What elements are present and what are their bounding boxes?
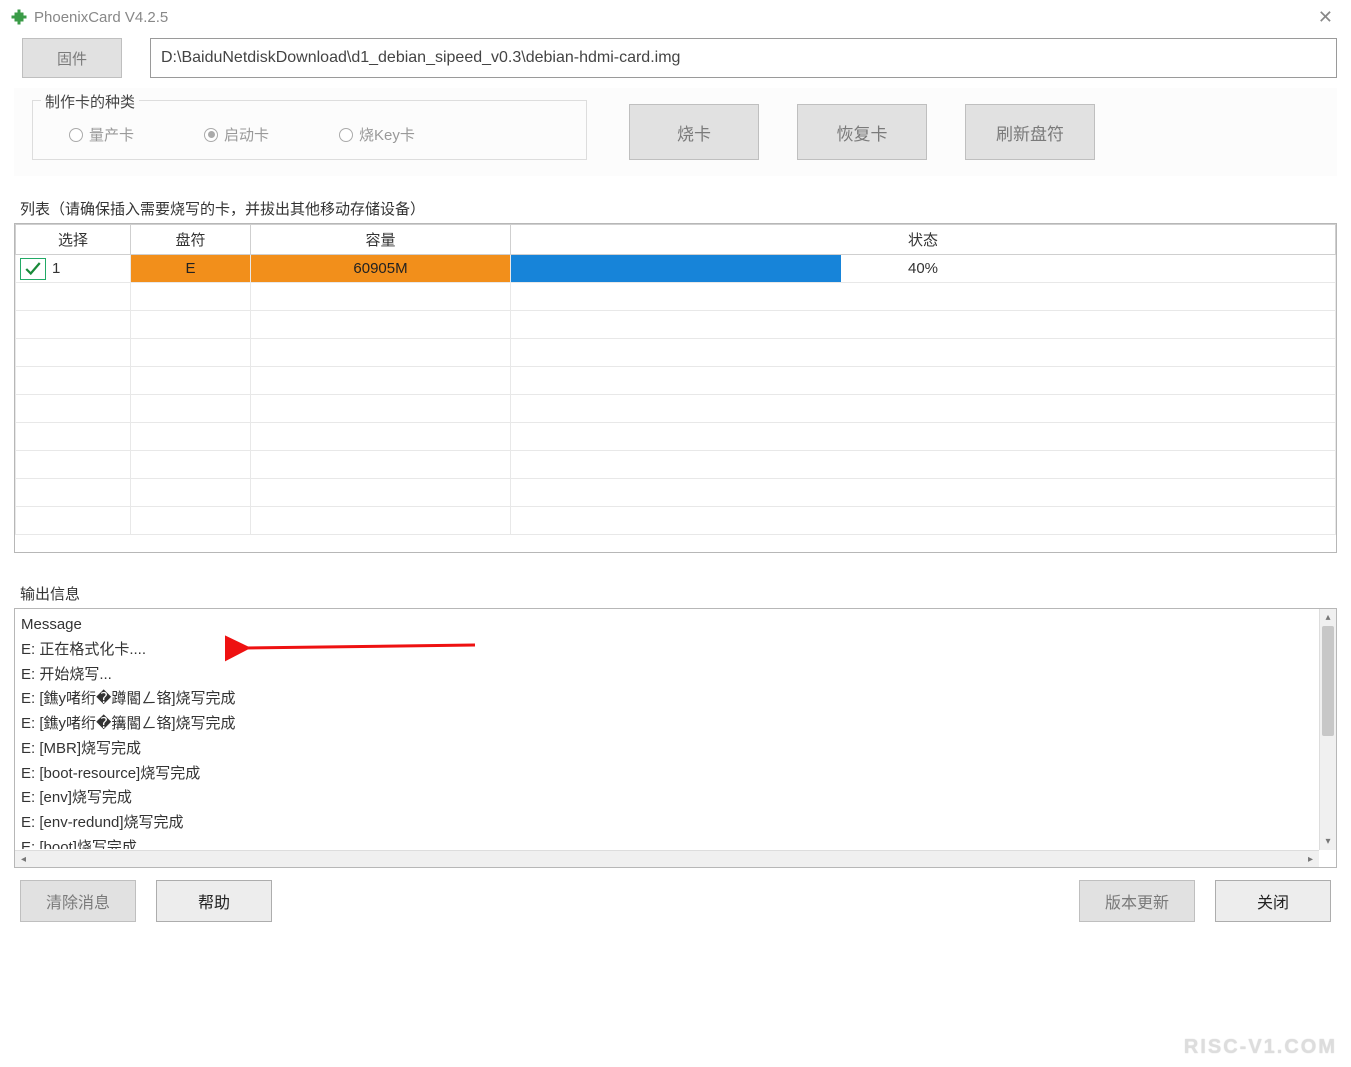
- card-type-legend: 制作卡的种类: [41, 91, 139, 112]
- options-area: 制作卡的种类 量产卡 启动卡 烧Key卡: [14, 88, 1337, 176]
- firmware-row: 固件: [14, 38, 1337, 78]
- table-row-empty: [16, 451, 1336, 479]
- scroll-right-icon[interactable]: ▸: [1302, 851, 1319, 868]
- message-line: E: [env-redund]烧写完成: [21, 811, 1330, 836]
- message-line: E: [env]烧写完成: [21, 786, 1330, 811]
- scroll-up-icon[interactable]: ▴: [1320, 609, 1337, 626]
- radio-key-card[interactable]: 烧Key卡: [339, 124, 415, 145]
- scrollbar-horizontal[interactable]: ◂ ▸: [15, 850, 1319, 867]
- radio-icon: [69, 128, 83, 142]
- close-button[interactable]: 关闭: [1215, 880, 1331, 922]
- clear-messages-button[interactable]: 清除消息: [20, 880, 136, 922]
- table-row[interactable]: 1 E60905M40%: [16, 255, 1336, 283]
- table-row-empty: [16, 283, 1336, 311]
- app-icon: [10, 8, 28, 26]
- radio-mass-card[interactable]: 量产卡: [69, 124, 134, 145]
- message-line: E: [鐎у啫绗�簼閽ㄥ铬]烧写完成: [21, 712, 1330, 737]
- message-line: E: 开始烧写...: [21, 663, 1330, 688]
- scrollbar-vertical[interactable]: ▴ ▾: [1319, 609, 1336, 850]
- check-update-button[interactable]: 版本更新: [1079, 880, 1195, 922]
- table-row-empty: [16, 423, 1336, 451]
- footer: 清除消息 帮助 版本更新 关闭: [14, 868, 1337, 922]
- table-row-empty: [16, 311, 1336, 339]
- checkmark-icon[interactable]: [20, 258, 46, 280]
- output-legend: 输出信息: [20, 583, 1337, 604]
- row-index: 1: [52, 260, 60, 277]
- close-icon[interactable]: ✕: [1310, 7, 1341, 28]
- app-title: PhoenixCard V4.2.5: [34, 9, 168, 26]
- scroll-down-icon[interactable]: ▾: [1320, 833, 1337, 850]
- device-list-group: 列表（请确保插入需要烧写的卡，并拔出其他移动存储设备） 选择 盘符 容量 状态 …: [14, 198, 1337, 553]
- col-capacity[interactable]: 容量: [251, 225, 511, 255]
- scroll-left-icon[interactable]: ◂: [15, 851, 32, 868]
- watermark: RISC-V1.COM: [1184, 1036, 1337, 1059]
- device-table: 选择 盘符 容量 状态 1 E60905M40%: [14, 223, 1337, 553]
- message-content[interactable]: Message E: 正在格式化卡....E: 开始烧写...E: [鐎у啫绗�…: [15, 609, 1336, 849]
- message-header: Message: [21, 613, 1330, 638]
- device-list-legend: 列表（请确保插入需要烧写的卡，并拔出其他移动存储设备）: [20, 198, 1337, 219]
- table-row-empty: [16, 339, 1336, 367]
- scroll-thumb[interactable]: [1322, 626, 1334, 736]
- drive-cell: E: [131, 255, 251, 283]
- restore-button[interactable]: 恢复卡: [797, 104, 927, 160]
- table-header-row: 选择 盘符 容量 状态: [16, 225, 1336, 255]
- refresh-button[interactable]: 刷新盘符: [965, 104, 1095, 160]
- table-row-empty: [16, 507, 1336, 535]
- firmware-button[interactable]: 固件: [22, 38, 122, 78]
- radio-label: 烧Key卡: [359, 124, 415, 145]
- radio-boot-card[interactable]: 启动卡: [204, 124, 269, 145]
- radio-label: 量产卡: [89, 124, 134, 145]
- help-button[interactable]: 帮助: [156, 880, 272, 922]
- message-line: E: 正在格式化卡....: [21, 638, 1330, 663]
- table-row-empty: [16, 367, 1336, 395]
- output-group: 输出信息 Message E: 正在格式化卡....E: 开始烧写...E: […: [14, 583, 1337, 868]
- col-drive[interactable]: 盘符: [131, 225, 251, 255]
- table-row-empty: [16, 479, 1336, 507]
- titlebar: PhoenixCard V4.2.5 ✕: [0, 0, 1351, 34]
- message-line: E: [boot-resource]烧写完成: [21, 762, 1330, 787]
- table-row-empty: [16, 395, 1336, 423]
- radio-icon: [204, 128, 218, 142]
- capacity-cell: 60905M: [251, 255, 511, 283]
- burn-button[interactable]: 烧卡: [629, 104, 759, 160]
- col-status[interactable]: 状态: [511, 225, 1336, 255]
- card-type-group: 制作卡的种类 量产卡 启动卡 烧Key卡: [32, 100, 587, 160]
- firmware-path-input[interactable]: [150, 38, 1337, 78]
- radio-icon: [339, 128, 353, 142]
- message-line: E: [MBR]烧写完成: [21, 737, 1330, 762]
- col-select[interactable]: 选择: [16, 225, 131, 255]
- message-box: Message E: 正在格式化卡....E: 开始烧写...E: [鐎у啫绗�…: [14, 608, 1337, 868]
- status-cell: 40%: [511, 255, 1336, 283]
- message-line: E: [鐎у啫绗�蹲閽ㄥ铬]烧写完成: [21, 687, 1330, 712]
- message-line: E: [boot]烧写完成: [21, 836, 1330, 849]
- radio-label: 启动卡: [224, 124, 269, 145]
